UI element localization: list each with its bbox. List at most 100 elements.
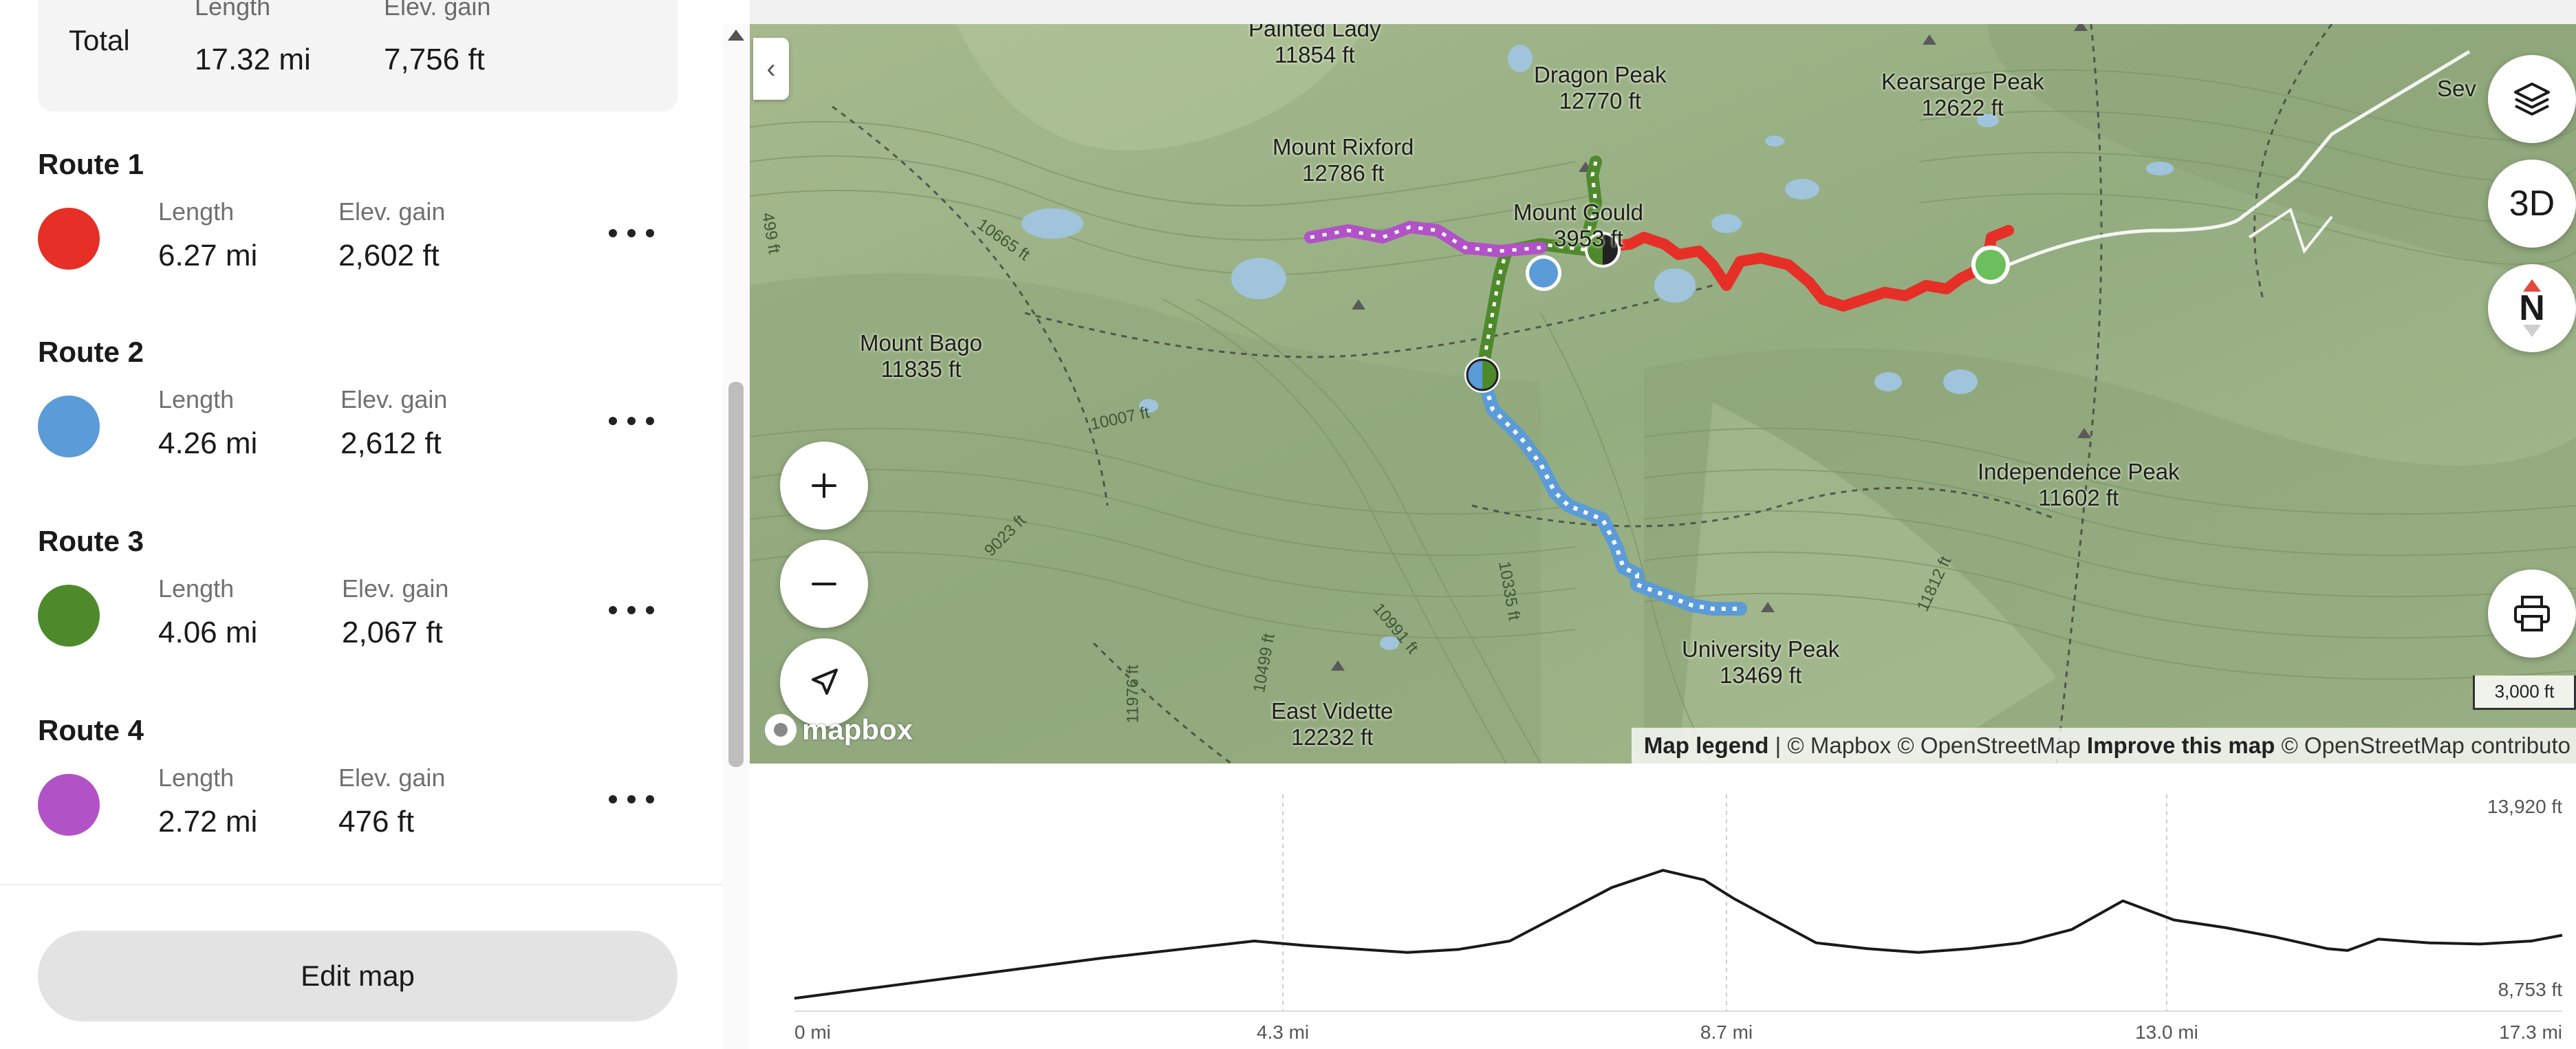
peak-label: Mount Gould 3953 ft <box>1513 199 1643 252</box>
route-length-value: 6.27 mi <box>158 239 258 272</box>
x-tick-label: 4.3 mi <box>1257 1021 1309 1043</box>
route-title: Route 4 <box>38 714 144 746</box>
3d-toggle-button[interactable]: 3D <box>2488 160 2576 248</box>
peak-elevation: 12786 ft <box>1302 160 1385 186</box>
peak-name: Dragon Peak <box>1534 62 1667 87</box>
app-root: { "total": { "label": "Total", "length_l… <box>0 0 2576 1049</box>
peak-elevation: 11835 ft <box>880 356 962 382</box>
layers-icon <box>2514 83 2550 116</box>
peak-name: East Vidette <box>1271 698 1394 724</box>
peak-elevation: 11602 ft <box>2038 485 2119 510</box>
total-length-value: 17.32 mi <box>195 43 311 76</box>
route-length-value: 4.06 mi <box>158 616 258 649</box>
route-length-label: Length <box>158 574 235 603</box>
collapse-panel-button[interactable]: ‹ <box>753 38 789 100</box>
plus-icon <box>812 473 836 498</box>
total-gain: Elev. gain 7,756 ft <box>384 0 490 77</box>
mapbox-logo-text: mapbox <box>802 713 913 746</box>
mapbox-logo[interactable]: mapbox <box>765 713 913 746</box>
route-title: Route 3 <box>38 525 144 557</box>
peak-name: Kearsarge Peak <box>1881 69 2044 94</box>
scroll-up-arrow-icon[interactable] <box>728 30 744 41</box>
elevation-line <box>794 869 2563 1000</box>
edit-map-button[interactable]: Edit map <box>38 931 678 1021</box>
contour-label: 11976 ft <box>1123 664 1143 724</box>
more-options-icon[interactable] <box>609 786 654 813</box>
route-gain: Elev. gain 476 ft <box>338 764 445 839</box>
total-gain-value: 7,756 ft <box>384 43 485 76</box>
compass-icon: N <box>2519 279 2545 337</box>
route-length-label: Length <box>158 764 235 792</box>
route-gain-label: Elev. gain <box>342 574 449 603</box>
route-gain-value: 2,602 ft <box>338 239 440 272</box>
peak-label: University Peak 13469 ft <box>1682 636 1839 689</box>
route-gain-label: Elev. gain <box>338 764 446 792</box>
route-gain-value: 2,612 ft <box>340 426 442 460</box>
minus-icon <box>812 583 836 585</box>
layers-button[interactable] <box>2488 55 2576 143</box>
peak-name: Independence Peak <box>1978 459 2180 484</box>
map-scale-bar: 3,000 ft <box>2473 675 2576 710</box>
route-length-value: 2.72 mi <box>158 805 258 839</box>
more-options-icon[interactable] <box>609 219 654 247</box>
peak-name: Mount Gould <box>1513 199 1643 225</box>
peak-label: Mount Bago 11835 ft <box>860 330 982 382</box>
zoom-out-button[interactable] <box>780 540 868 628</box>
route-color-dot <box>38 585 100 647</box>
peak-elevation: 12622 ft <box>1921 95 2004 120</box>
route-length: Length 4.06 mi <box>158 574 257 650</box>
peak-name: Mount Rixford <box>1273 134 1414 160</box>
route-length: Length 4.26 mi <box>158 385 257 461</box>
route-color-dot <box>38 396 100 457</box>
panel-scrollbar[interactable] <box>722 24 750 1049</box>
compass-button[interactable]: N <box>2488 264 2576 352</box>
peak-elevation: 12770 ft <box>1559 88 1641 113</box>
route-item[interactable]: Route 4 Length 2.72 mi Elev. gain 476 ft <box>0 714 729 900</box>
total-length: Length 17.32 mi <box>195 0 311 77</box>
peak-elevation: 12232 ft <box>1291 724 1374 750</box>
y-tick-label: 13,920 ft <box>2487 796 2562 817</box>
route-item[interactable]: Route 1 Length 6.27 mi Elev. gain 2,602 … <box>0 148 729 334</box>
zoom-in-button[interactable] <box>780 442 868 530</box>
peak-label: Painted Lady 11854 ft <box>1248 24 1381 68</box>
x-tick-label: 8.7 mi <box>1700 1021 1753 1043</box>
map-canvas[interactable]: Painted Lady 11854 ft Dragon Peak 12770 … <box>750 24 2576 764</box>
more-options-icon[interactable] <box>609 596 654 624</box>
peak-label: Mount Rixford 12786 ft <box>1273 134 1414 186</box>
improve-map-link[interactable]: Improve this map <box>2087 733 2275 759</box>
scrollbar-thumb[interactable] <box>728 382 744 767</box>
route-item[interactable]: Route 3 Length 4.06 mi Elev. gain 2,067 … <box>0 525 729 711</box>
panel-divider <box>0 884 722 885</box>
total-length-label: Length <box>195 0 271 21</box>
elevation-profile[interactable]: 0 mi 4.3 mi 8.7 mi 13.0 mi 17.3 mi 13,920 ft 8… <box>750 764 2576 1049</box>
y-tick-label: 8,753 ft <box>2498 979 2563 1000</box>
route-length: Length 6.27 mi <box>158 197 257 273</box>
attribution-text[interactable]: © Mapbox © OpenStreetMap <box>1787 733 2087 759</box>
more-options-icon[interactable] <box>609 407 654 435</box>
peak-elevation: 11854 ft <box>1274 42 1355 67</box>
route-color-dot <box>38 774 100 836</box>
route-item[interactable]: Route 2 Length 4.26 mi Elev. gain 2,612 … <box>0 336 729 521</box>
route-gain: Elev. gain 2,612 ft <box>340 385 447 461</box>
route-title: Route 2 <box>38 336 144 368</box>
peak-name: Painted Lady <box>1248 24 1381 41</box>
peak-label: East Vidette 12232 ft <box>1271 698 1393 750</box>
navigation-arrow-icon <box>812 669 838 695</box>
print-button[interactable] <box>2488 570 2576 658</box>
route-length-value: 4.26 mi <box>158 426 258 460</box>
route-length: Length 2.72 mi <box>158 764 257 839</box>
route-gain-label: Elev. gain <box>338 197 446 226</box>
elevation-chart: 0 mi 4.3 mi 8.7 mi 13.0 mi 17.3 mi 13,920 ft 8… <box>794 794 2563 1043</box>
route-length-label: Length <box>158 385 235 413</box>
route-color-dot <box>38 208 100 270</box>
peak-name: Mount Bago <box>860 330 982 356</box>
route-gain-value: 2,067 ft <box>342 616 443 649</box>
map-legend-link[interactable]: Map legend <box>1644 733 1769 759</box>
peak-label: Kearsarge Peak 12622 ft <box>1881 69 2044 121</box>
route-gain-value: 476 ft <box>338 805 415 839</box>
place-label: Sev <box>2437 76 2476 101</box>
peak-name: University Peak <box>1682 636 1840 662</box>
attribution-osm-text[interactable]: © OpenStreetMap contributo <box>2275 733 2570 759</box>
total-gain-label: Elev. gain <box>384 0 491 21</box>
route-gain: Elev. gain 2,067 ft <box>342 574 448 650</box>
